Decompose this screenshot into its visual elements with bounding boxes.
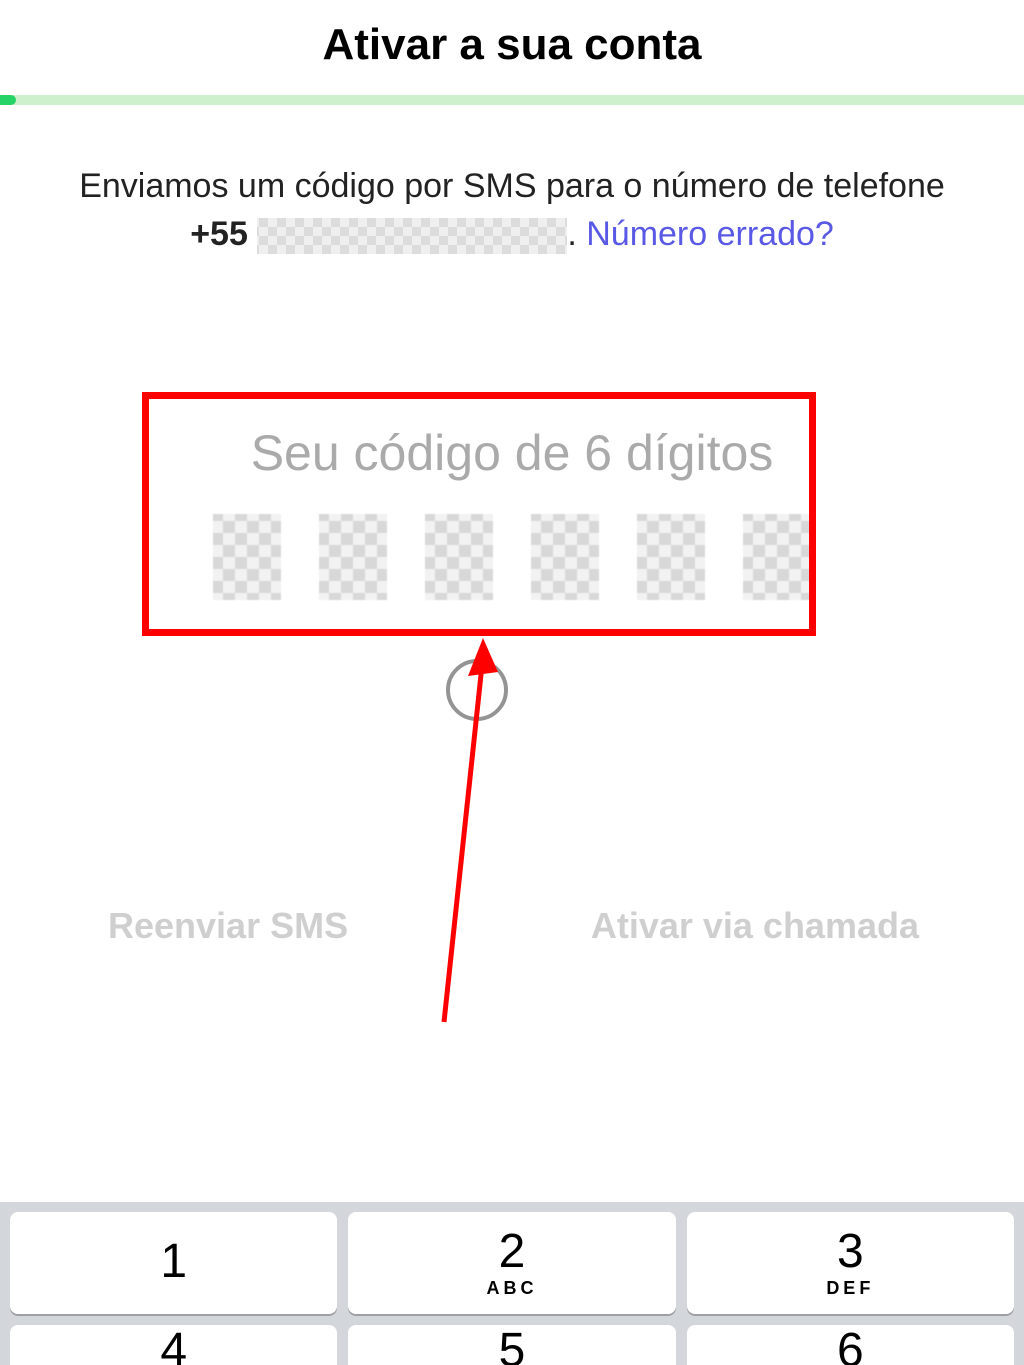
resend-sms-button[interactable]: Reenviar SMS	[108, 905, 348, 947]
message-line2-prefix: telefone	[824, 167, 945, 205]
key-digit: 2	[499, 1228, 526, 1276]
key-letters: ABC	[486, 1278, 537, 1299]
keypad-key-6[interactable]: 6	[687, 1325, 1014, 1365]
phone-number-masked	[257, 218, 567, 254]
code-input[interactable]	[0, 514, 1024, 600]
action-links: Reenviar SMS Ativar via chamada	[0, 905, 1024, 947]
keypad-key-2[interactable]: 2 ABC	[348, 1212, 675, 1314]
page-title: Ativar a sua conta	[0, 20, 1024, 70]
keypad-key-5[interactable]: 5	[348, 1325, 675, 1365]
code-digit-5	[637, 514, 705, 600]
code-input-label: Seu código de 6 dígitos	[0, 424, 1024, 482]
code-digit-4	[531, 514, 599, 600]
keypad-key-4[interactable]: 4	[10, 1325, 337, 1365]
loading-spinner-icon	[446, 659, 508, 721]
wrong-number-link[interactable]: Número errado?	[586, 215, 834, 253]
key-digit: 6	[837, 1327, 864, 1365]
sms-message: Enviamos um código por SMS para o número…	[0, 105, 1024, 258]
key-digit: 3	[837, 1228, 864, 1276]
code-digit-3	[425, 514, 493, 600]
code-digit-6	[743, 514, 811, 600]
keypad-key-3[interactable]: 3 DEF	[687, 1212, 1014, 1314]
key-digit: 5	[499, 1327, 526, 1365]
header: Ativar a sua conta	[0, 0, 1024, 95]
numeric-keyboard: 1 2 ABC 3 DEF 4 5 6	[0, 1202, 1024, 1365]
progress-bar	[0, 95, 1024, 105]
activate-call-button[interactable]: Ativar via chamada	[591, 905, 919, 947]
message-line1: Enviamos um código por SMS para o número…	[79, 167, 814, 205]
phone-country-code: +55	[190, 215, 248, 253]
keypad-key-1[interactable]: 1	[10, 1212, 337, 1314]
code-digit-1	[213, 514, 281, 600]
code-digit-2	[319, 514, 387, 600]
key-digit: 4	[160, 1327, 187, 1365]
key-letters: DEF	[826, 1278, 874, 1299]
message-period: .	[567, 215, 576, 253]
progress-fill	[0, 95, 16, 105]
key-digit: 1	[160, 1238, 187, 1286]
